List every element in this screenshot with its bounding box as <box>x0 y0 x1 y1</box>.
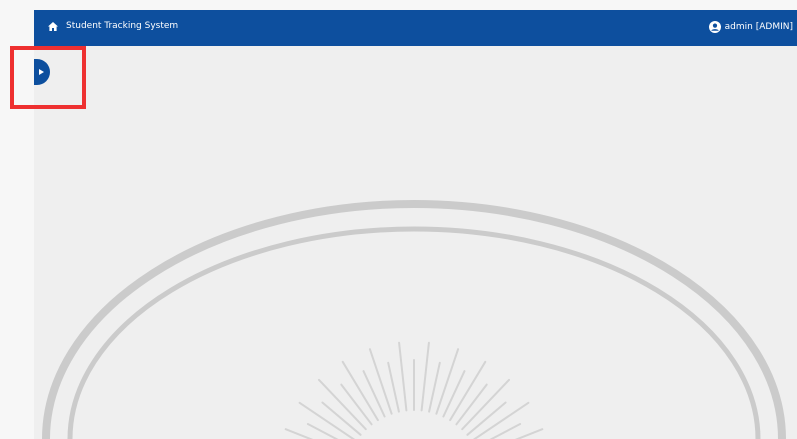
emblem-ray <box>489 423 522 439</box>
app-window: Student Tracking System admin [ADMIN] <box>34 10 797 439</box>
emblem-ray <box>442 370 466 418</box>
home-icon <box>48 21 58 31</box>
top-navigation-bar: Student Tracking System admin [ADMIN] <box>34 10 797 46</box>
user-menu[interactable]: admin [ADMIN] <box>708 21 793 33</box>
emblem-ray <box>387 361 400 413</box>
emblem-watermark <box>42 200 786 439</box>
emblem-ray <box>306 423 339 439</box>
user-circle-icon <box>708 21 721 33</box>
emblem-ray <box>428 361 441 413</box>
emblem-rays <box>284 341 544 439</box>
emblem-ray <box>362 370 386 418</box>
emblem-ray <box>398 341 408 412</box>
emblem-ray <box>435 348 460 415</box>
emblem-ray <box>420 341 430 412</box>
app-title: Student Tracking System <box>66 21 179 31</box>
screenshot-page: Student Tracking System admin [ADMIN] <box>0 0 797 439</box>
highlight-annotation-box <box>10 46 86 109</box>
user-label: admin [ADMIN] <box>724 22 793 32</box>
home-link[interactable]: Student Tracking System <box>48 21 178 31</box>
emblem-ray <box>368 348 393 415</box>
